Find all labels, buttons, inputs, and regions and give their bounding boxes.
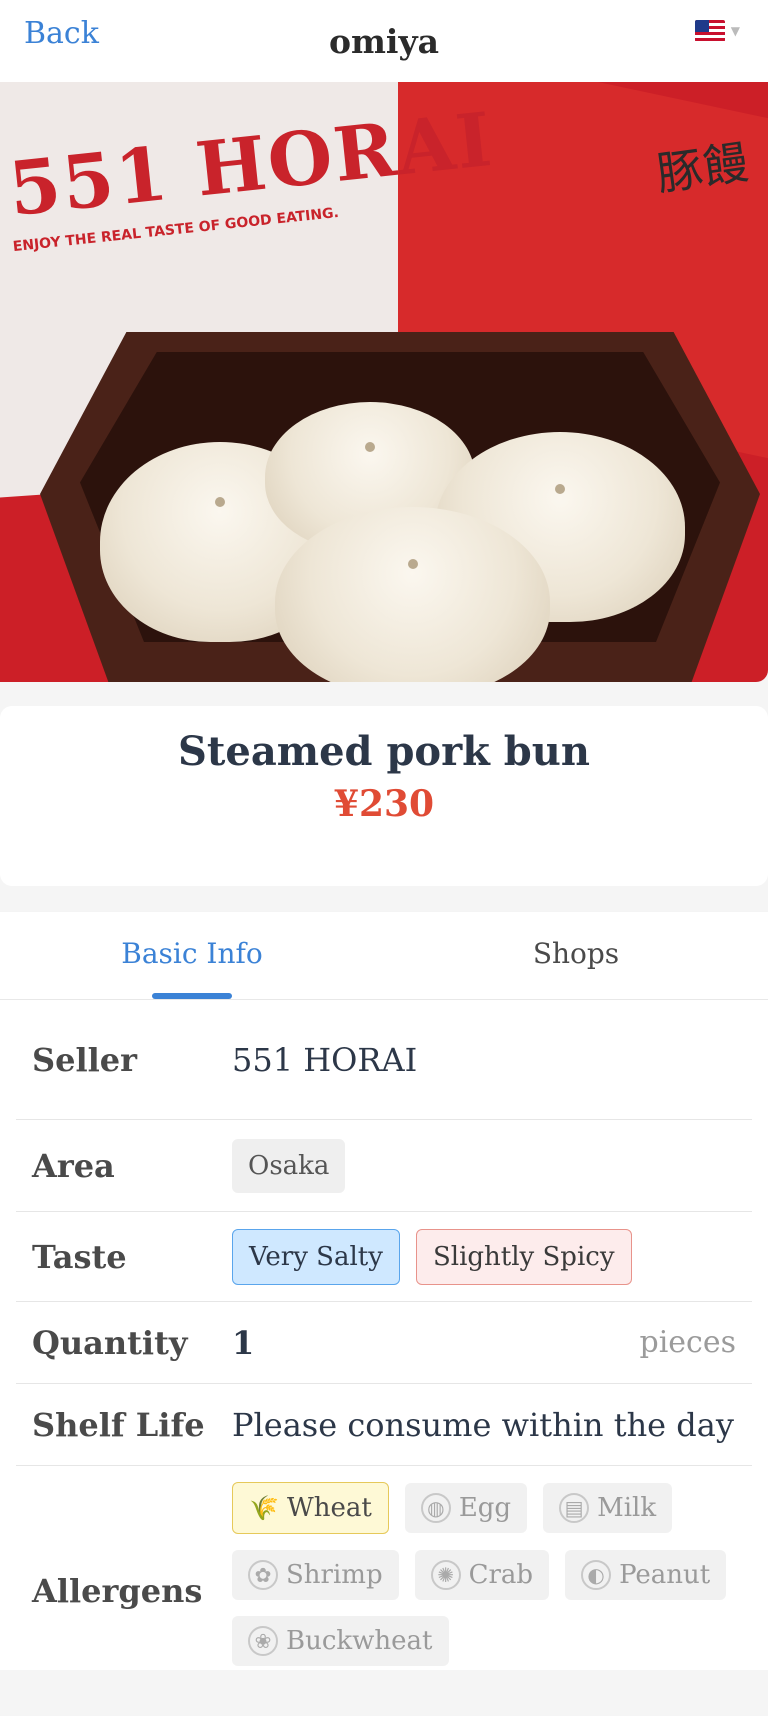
area-row: Area Osaka <box>16 1120 752 1212</box>
shrimp-icon: ✿ <box>248 1560 278 1590</box>
quantity-label: Quantity <box>32 1323 188 1362</box>
seller-label: Seller <box>32 1040 137 1079</box>
us-flag-icon <box>694 20 725 42</box>
product-name: Steamed pork bun <box>178 728 590 775</box>
product-image: 551 HORAI ENJOY THE REAL TASTE OF GOOD E… <box>0 82 768 682</box>
area-tag: Osaka <box>232 1138 346 1193</box>
egg-icon: ◍ <box>420 1493 451 1523</box>
product-summary-card: Steamed pork bun ¥230 <box>0 706 768 886</box>
quantity-value: 1 <box>232 1323 255 1362</box>
allergen-crab: ✺ Crab <box>414 1550 550 1600</box>
allergen-egg: ◍ Egg <box>404 1483 528 1533</box>
product-price: ¥230 <box>333 783 435 825</box>
crab-icon: ✺ <box>430 1560 461 1590</box>
milk-icon: ▤ <box>559 1493 590 1523</box>
top-nav-bar: Back omiya ▼ <box>0 0 768 82</box>
shelf-life-label: Shelf Life <box>32 1405 205 1444</box>
taste-row: Taste Very Salty Slightly Spicy <box>16 1212 752 1302</box>
bun-image <box>275 507 550 682</box>
seller-row: Seller 551 HORAI <box>16 1000 752 1120</box>
allergen-buckwheat: ❀ Buckwheat <box>232 1616 449 1666</box>
tab-bar: Basic Info Shops <box>0 912 768 1000</box>
allergen-peanut: ◐ Peanut <box>565 1550 727 1600</box>
wheat-icon: 🌾 <box>249 1494 279 1522</box>
area-label: Area <box>32 1146 115 1185</box>
page-title: omiya <box>328 21 440 61</box>
taste-tag-slightly-spicy: Slightly Spicy <box>415 1228 632 1285</box>
shelf-life-row: Shelf Life Please consume within the day <box>16 1384 752 1466</box>
allergen-shrimp: ✿ Shrimp <box>232 1550 399 1600</box>
tab-shops[interactable]: Shops <box>384 912 768 999</box>
chevron-down-icon: ▼ <box>730 24 740 38</box>
back-button[interactable]: Back <box>24 16 99 51</box>
taste-label: Taste <box>32 1237 127 1276</box>
quantity-row: Quantity 1 pieces <box>16 1302 752 1384</box>
language-selector[interactable]: ▼ <box>694 20 740 42</box>
allergen-wheat: 🌾 Wheat <box>232 1482 389 1534</box>
allergens-row: Allergens 🌾 Wheat ◍ Egg ▤ Milk ✿ Shrimp ✺ Cra… <box>16 1466 752 1716</box>
quantity-unit: pieces <box>639 1325 736 1360</box>
tab-basic-info[interactable]: Basic Info <box>0 912 384 999</box>
allergens-label: Allergens <box>32 1572 203 1610</box>
box-kanji: 豚饅 <box>653 134 752 202</box>
buckwheat-icon: ❀ <box>248 1626 278 1656</box>
taste-tag-very-salty: Very Salty <box>232 1228 400 1285</box>
peanut-icon: ◐ <box>581 1560 612 1590</box>
shelf-life-value: Please consume within the day <box>232 1405 734 1444</box>
allergen-list: 🌾 Wheat ◍ Egg ▤ Milk ✿ Shrimp ✺ Crab ◐ Peanut … <box>232 1482 736 1666</box>
basic-info-panel: Seller 551 HORAI Area Osaka Taste Very S… <box>0 1000 768 1670</box>
seller-value: 551 HORAI <box>232 1040 418 1079</box>
allergen-milk: ▤ Milk <box>543 1483 673 1533</box>
